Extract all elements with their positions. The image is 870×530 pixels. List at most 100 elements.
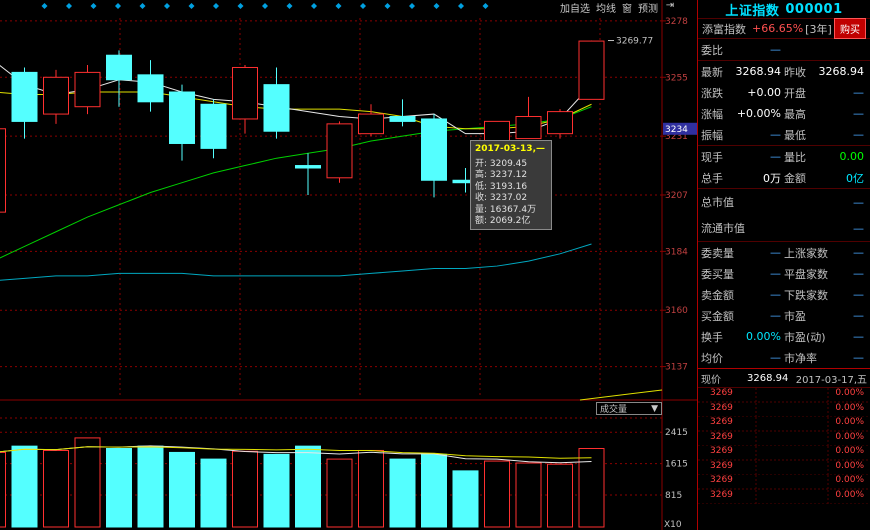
candle-body-up xyxy=(547,111,573,135)
quote-row: 均价 — 市净率 — xyxy=(698,347,870,368)
quote-panel: 上证指数 000001 添富指数 +66.65% [3年] 购买 委比 — 最新 32… xyxy=(697,0,870,530)
kline-chart[interactable]: 3269.77 32783255323132073184316031373234… xyxy=(0,0,697,530)
quote-value: — xyxy=(770,351,781,364)
market-breadth-table: 委卖量 — 上涨家数 — 委买量 — 平盘家数 — 卖金额 — 下跌家数 — 买金额 — 市盈 — 换手 0.00… xyxy=(698,242,870,368)
volume-bar[interactable] xyxy=(452,470,479,528)
quote-label: 卖金额 xyxy=(701,288,734,302)
volume-bar[interactable] xyxy=(169,451,195,528)
forecast-button[interactable]: 预测 xyxy=(638,0,658,15)
volume-tick-label: 1615 xyxy=(665,460,688,470)
tick-row[interactable]: 3269 0.00% xyxy=(698,417,870,432)
quote-row: 委比 — xyxy=(698,39,870,60)
quote-row: 现手 — 量比 0.00 xyxy=(698,146,870,167)
tick-row[interactable]: 3269 0.00% xyxy=(698,446,870,461)
index-title: 上证指数 000001 xyxy=(698,0,870,19)
quote-value: 0万 xyxy=(763,171,781,185)
quote-label: 市盈(动) xyxy=(784,330,826,344)
volume-bar[interactable] xyxy=(0,451,6,528)
candle-body-up xyxy=(515,116,542,140)
quote-table: 委比 — 最新 3268.94 昨收 3268.94 涨跌 +0.00 开盘 — 涨幅 +0.00% 最… xyxy=(698,39,870,188)
quote-label: 委卖量 xyxy=(701,246,734,260)
volume-bar[interactable] xyxy=(106,448,132,528)
candle-body-down xyxy=(11,71,38,122)
volume-bar[interactable] xyxy=(547,463,573,528)
volume-bar[interactable] xyxy=(232,450,258,528)
quote-label: 开盘 xyxy=(784,86,806,100)
candle-body-up xyxy=(74,71,101,108)
candle-body-down xyxy=(295,165,321,169)
tooltip-date: 2017-03-13,— xyxy=(475,144,545,154)
candle-body-down xyxy=(106,54,132,81)
tick-row[interactable]: 3269 0.00% xyxy=(698,460,870,475)
tick-price: 3269 xyxy=(710,446,733,456)
candle[interactable] xyxy=(326,121,353,183)
volume-bar[interactable] xyxy=(421,453,447,528)
tick-header-price: 3268.94 xyxy=(747,372,789,384)
candle-body-down xyxy=(263,84,290,132)
candle-body-down xyxy=(389,116,416,122)
tooltip-volume: 量: 16367.4万 xyxy=(475,204,537,215)
candle-body-down xyxy=(200,103,227,149)
quote-value: — xyxy=(770,43,781,56)
tick-pct: 0.00% xyxy=(835,460,864,471)
quote-label: 最低 xyxy=(784,128,806,142)
current-price-label: 3234 xyxy=(665,125,688,135)
tick-header-date: 2017-03-17,五 xyxy=(795,374,867,386)
tick-row[interactable]: 3269 0.00% xyxy=(698,489,870,504)
tick-price: 3269 xyxy=(710,402,733,413)
candle-body-down xyxy=(421,118,447,181)
candle-body-up xyxy=(43,76,69,115)
quote-row: 涨幅 +0.00% 最高 — xyxy=(698,103,870,124)
volume-bar[interactable] xyxy=(358,449,384,528)
tooltip-open: 开: 3209.45 xyxy=(475,158,528,169)
volume-indicator-select[interactable]: 成交量 ▼ xyxy=(596,402,662,415)
quote-value: — xyxy=(770,309,781,322)
quote-value: — xyxy=(770,288,781,301)
volume-bar[interactable] xyxy=(263,453,290,528)
fortune-index-bar: 添富指数 +66.65% [3年] 购买 xyxy=(698,18,870,39)
candle[interactable] xyxy=(74,65,101,115)
volume-bar[interactable] xyxy=(137,445,164,528)
tick-row[interactable]: 3269 0.00% xyxy=(698,402,870,417)
index-code: 000001 xyxy=(785,1,843,17)
tick-pct: 0.00% xyxy=(835,431,864,442)
volume-bar[interactable] xyxy=(578,448,605,528)
tooltip-amount: 额: 2069.2亿 xyxy=(475,216,531,226)
quote-label: 市盈 xyxy=(784,309,806,323)
tick-list[interactable]: 3269 0.00% 3269 0.00% 3269 0.00% 3269 0.00% 3269… xyxy=(698,388,870,504)
candle-body-up xyxy=(232,66,258,120)
quote-value: — xyxy=(853,246,864,259)
window-button[interactable]: 窗 xyxy=(622,0,632,15)
volume-bar[interactable] xyxy=(484,460,510,528)
tick-row[interactable]: 3269 0.00% xyxy=(698,388,870,403)
tick-price: 3269 xyxy=(710,489,733,500)
buy-button[interactable]: 购买 xyxy=(834,18,866,39)
candle[interactable] xyxy=(547,109,573,139)
quote-row: 买金额 — 市盈 — xyxy=(698,305,870,326)
volume-bar[interactable] xyxy=(200,458,227,528)
volume-bar[interactable] xyxy=(74,437,101,528)
candle-body-up xyxy=(0,128,6,213)
quote-value: 3268.94 xyxy=(818,65,865,78)
float-market-value-label: 流通市值 xyxy=(701,222,745,235)
chevron-down-icon: ▼ xyxy=(651,403,658,414)
volume-unit-label: X10 xyxy=(664,520,682,530)
volume-bar[interactable] xyxy=(43,449,69,528)
tick-price: 3269 xyxy=(710,388,733,398)
ma-lines-button[interactable]: 均线 xyxy=(596,0,616,15)
add-watchlist-button[interactable]: 加自选 xyxy=(560,0,590,15)
candle[interactable] xyxy=(578,40,605,100)
volume-bar[interactable] xyxy=(515,462,542,528)
quote-row: 委买量 — 平盘家数 — xyxy=(698,263,870,284)
panel-collapse-icon[interactable]: ⇥ xyxy=(664,0,676,14)
volume-bar[interactable] xyxy=(389,458,416,528)
index-name: 上证指数 xyxy=(725,3,780,19)
volume-tick-label: 815 xyxy=(665,491,682,501)
tick-row[interactable]: 3269 0.00% xyxy=(698,431,870,446)
total-market-value-label: 总市值 xyxy=(701,196,734,209)
tick-row[interactable]: 3269 0.00% xyxy=(698,475,870,490)
volume-indicator-label: 成交量 xyxy=(600,405,628,415)
volume-bar[interactable] xyxy=(295,445,321,528)
volume-bar[interactable] xyxy=(11,445,38,528)
volume-bar[interactable] xyxy=(326,458,353,528)
